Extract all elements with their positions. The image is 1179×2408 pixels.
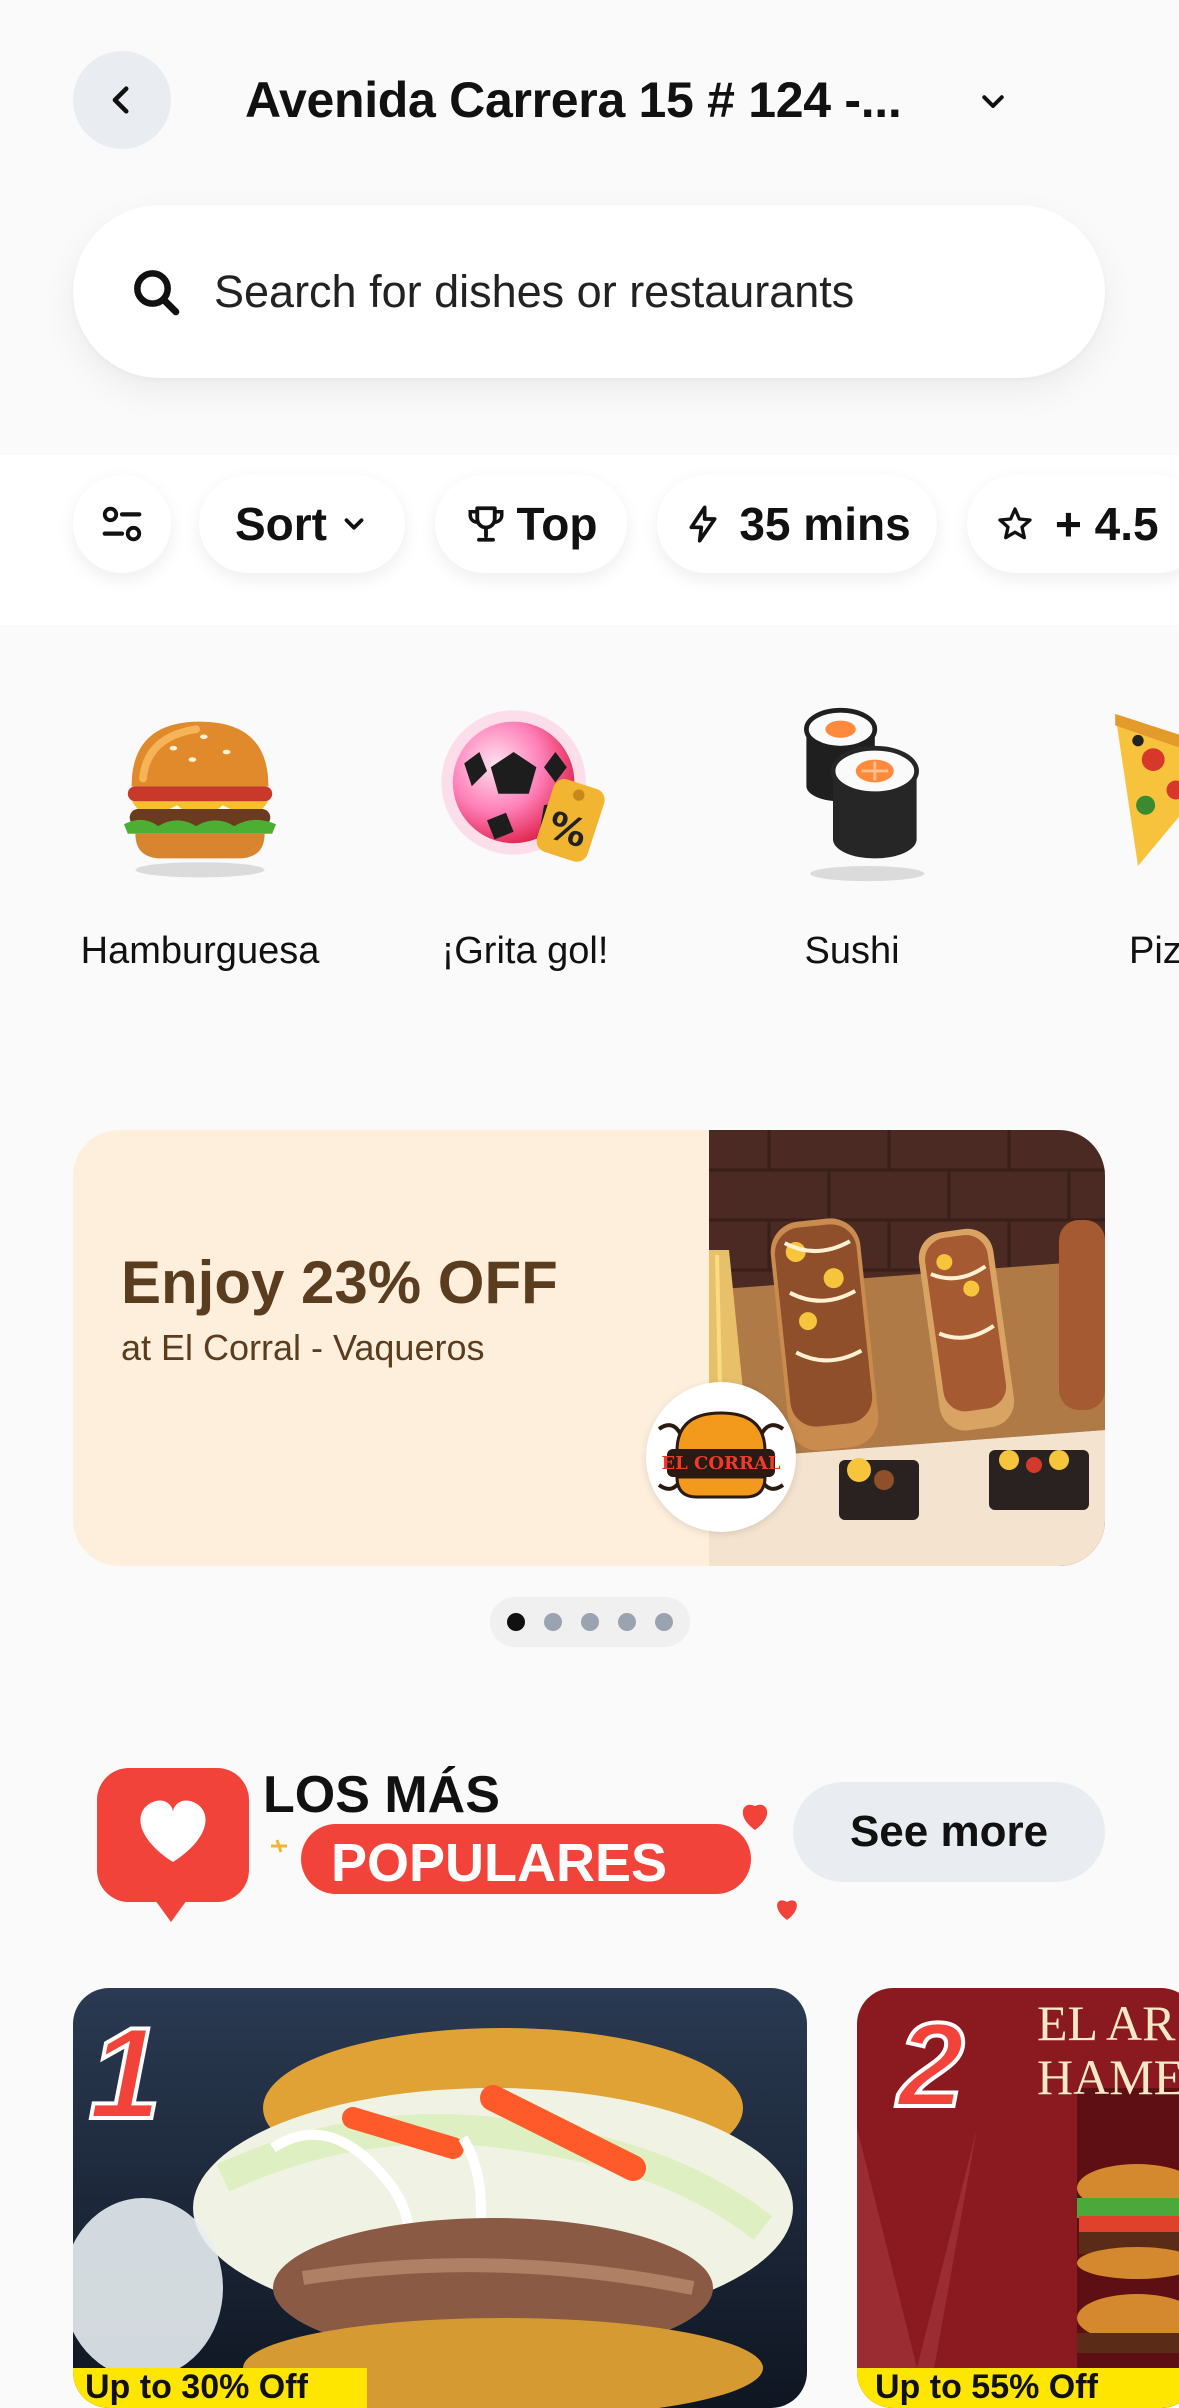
star-icon — [995, 504, 1035, 544]
lightning-icon — [683, 504, 723, 544]
top-chip[interactable]: Top — [435, 475, 627, 573]
promo-label: Up to 55% Off — [857, 2368, 1179, 2408]
card-headline-line1: EL AR — [1037, 1996, 1179, 2050]
address-text: Avenida Carrera 15 # 124 -... — [245, 71, 902, 129]
card-food-image — [73, 1988, 807, 2408]
pagination-dot[interactable] — [544, 1613, 562, 1631]
search-bar[interactable] — [73, 205, 1105, 378]
category-label[interactable]: Sushi — [687, 930, 1017, 973]
banner-subtitle: at El Corral - Vaqueros — [121, 1327, 484, 1369]
popular-section-title: LOS MÁS POPULARES — [95, 1750, 835, 1935]
sort-label: Sort — [235, 497, 327, 551]
category-label[interactable]: ¡Grita gol! — [360, 930, 690, 973]
restaurant-logo: EL CORRAL — [646, 1382, 796, 1532]
logo-text: EL CORRAL — [661, 1453, 781, 1474]
banner-title: Enjoy 23% OFF — [121, 1248, 558, 1317]
carousel-pagination[interactable] — [490, 1597, 690, 1647]
rating-label: + 4.5 — [1055, 497, 1159, 551]
card-headline-line2: HAME — [1037, 2050, 1179, 2104]
promo-label: Up to 30% Off — [73, 2368, 367, 2408]
category-label[interactable]: Hamburguesa — [35, 930, 365, 973]
soccer-ball-discount-icon[interactable]: % — [430, 695, 620, 885]
category-label[interactable]: Piz — [1129, 930, 1179, 973]
rank-number: 2 — [896, 1998, 965, 2118]
popular-title-line1: LOS MÁS — [263, 1766, 500, 1824]
sliders-icon — [99, 501, 145, 547]
search-icon — [128, 264, 184, 320]
trophy-icon — [465, 503, 507, 545]
delivery-time-chip[interactable]: 35 mins — [657, 475, 937, 573]
pagination-dot[interactable] — [581, 1613, 599, 1631]
back-button[interactable] — [73, 51, 171, 149]
heart-chat-icon — [97, 1768, 249, 1922]
search-input[interactable] — [214, 266, 1014, 318]
sort-chip[interactable]: Sort — [199, 475, 405, 573]
burger-icon[interactable] — [105, 695, 295, 885]
restaurant-card[interactable]: 1 Up to 30% Off — [73, 1988, 807, 2408]
delivery-time-label: 35 mins — [739, 497, 910, 551]
pagination-dot-active[interactable] — [507, 1613, 525, 1631]
popular-title-line2: POPULARES — [331, 1833, 667, 1893]
rating-chip[interactable]: + 4.5 — [967, 475, 1179, 573]
chevron-down-icon — [978, 86, 1008, 116]
top-label: Top — [517, 497, 598, 551]
chevron-down-icon — [339, 509, 369, 539]
delivery-address[interactable]: Avenida Carrera 15 # 124 -... — [245, 68, 945, 132]
sushi-icon[interactable] — [757, 695, 947, 885]
restaurant-card[interactable]: 2 EL AR HAME Up to 55% Off — [857, 1988, 1179, 2408]
see-more-button[interactable]: See more — [793, 1782, 1105, 1882]
promo-banner[interactable]: Enjoy 23% OFF at El Corral - Vaqueros — [73, 1130, 1105, 1566]
pagination-dot[interactable] — [618, 1613, 636, 1631]
rank-number: 1 — [89, 2000, 161, 2130]
filter-adjust-button[interactable] — [73, 475, 171, 573]
pizza-icon[interactable] — [1100, 695, 1179, 885]
address-dropdown[interactable] — [972, 80, 1014, 122]
card-headline: EL AR HAME — [1037, 1996, 1179, 2104]
rank-badge: 1 — [85, 2000, 165, 2130]
see-more-label: See more — [850, 1807, 1048, 1857]
chevron-left-icon — [105, 83, 139, 117]
pagination-dot[interactable] — [655, 1613, 673, 1631]
el-corral-logo-icon: EL CORRAL — [653, 1389, 789, 1525]
rank-badge: 2 — [871, 1998, 991, 2118]
